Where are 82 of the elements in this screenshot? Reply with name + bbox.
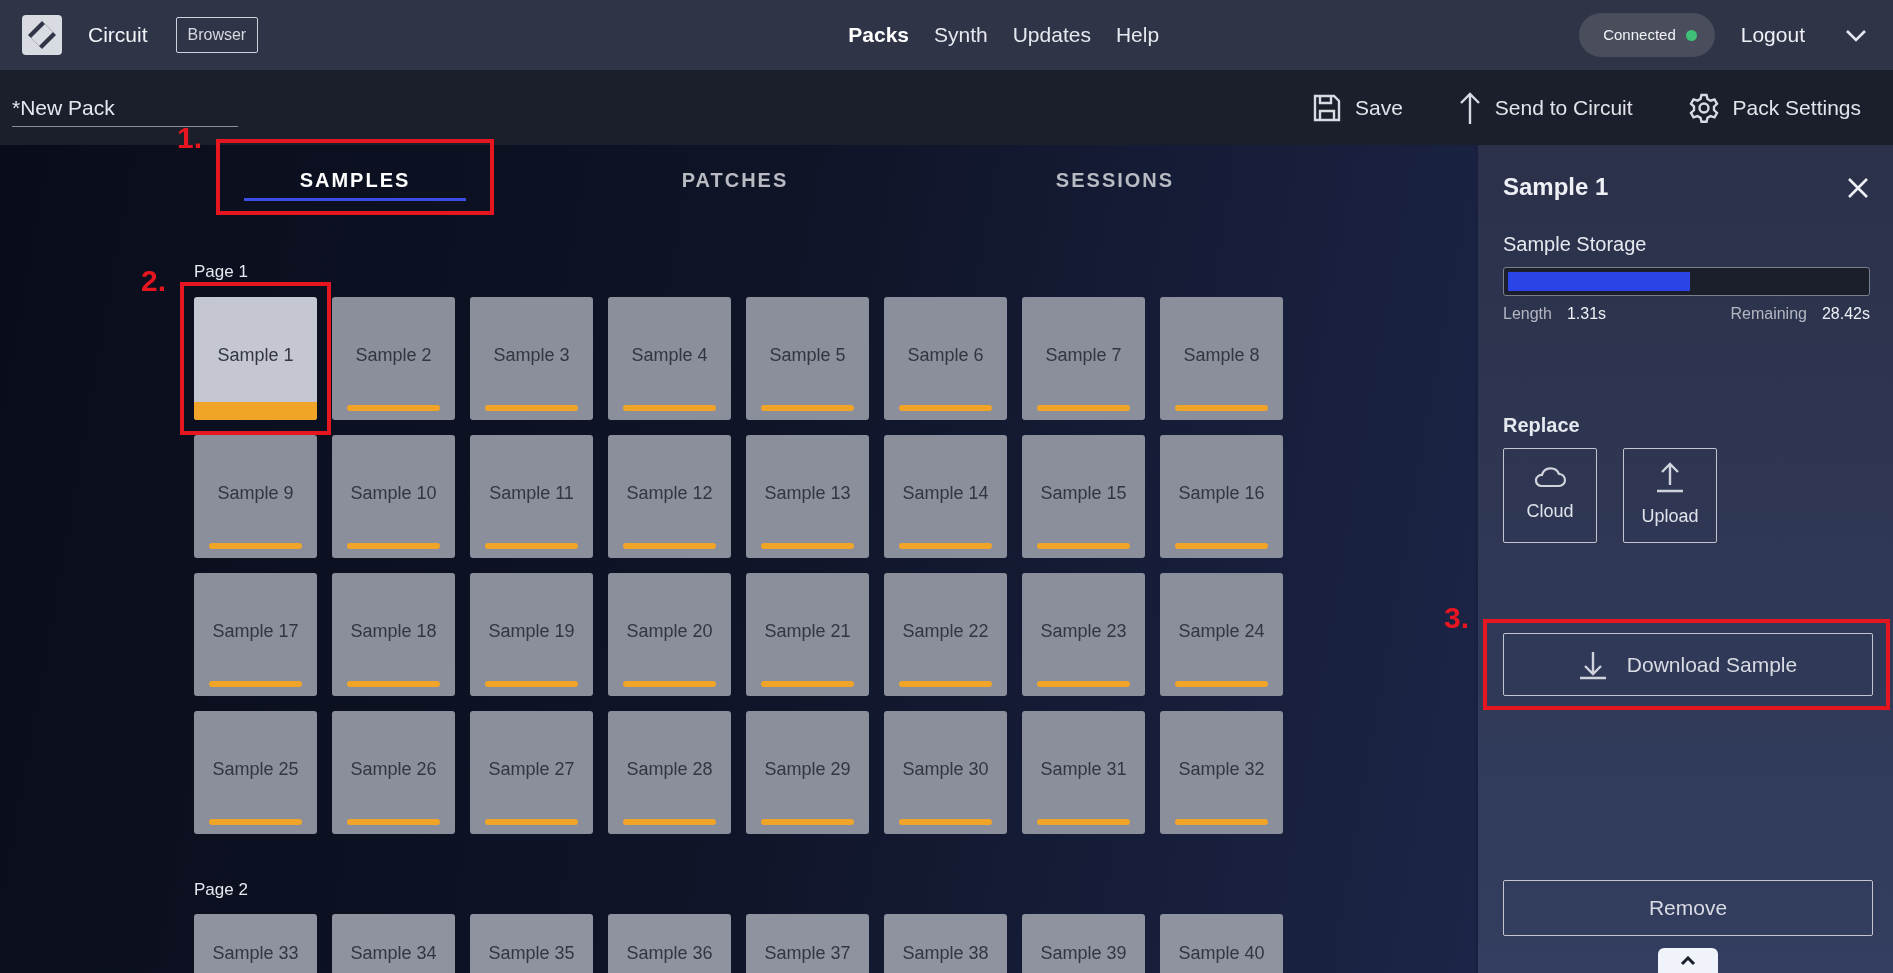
app-name: Circuit: [88, 22, 148, 49]
sample-pad[interactable]: Sample 12: [608, 434, 731, 558]
page-title: Page 1: [194, 261, 249, 284]
sample-pad[interactable]: Sample 11: [470, 434, 593, 558]
cloud-button[interactable]: Cloud: [1503, 448, 1597, 544]
nav-link[interactable]: Packs: [839, 19, 918, 51]
nav-link[interactable]: Synth: [925, 19, 997, 51]
expand-button[interactable]: [1658, 948, 1718, 973]
sample-pad[interactable]: Sample 3: [470, 296, 593, 420]
sample-pad[interactable]: Sample 30: [884, 710, 1007, 834]
sample-pad[interactable]: Sample 7: [1022, 296, 1145, 420]
tab[interactable]: SESSIONS: [984, 145, 1246, 210]
sample-pad[interactable]: Sample 27: [470, 710, 593, 834]
save-icon: [1313, 92, 1341, 123]
sample-pad[interactable]: Sample 37: [746, 914, 869, 973]
sample-pad[interactable]: Sample 9: [194, 434, 317, 558]
logo-icon: [22, 15, 62, 56]
tab[interactable]: PATCHES: [604, 145, 866, 210]
replace-heading: Replace: [1503, 413, 1581, 439]
sample-pad[interactable]: Sample 5: [746, 296, 869, 420]
sample-pad[interactable]: Sample 23: [1022, 572, 1145, 696]
sample-pad[interactable]: Sample 22: [884, 572, 1007, 696]
download-button[interactable]: Download Sample: [1503, 633, 1873, 697]
sample-pad[interactable]: Sample 25: [194, 710, 317, 834]
chevron-up-icon: [1680, 955, 1696, 966]
sample-pad[interactable]: Sample 18: [332, 572, 455, 696]
step-number: 3.: [1444, 603, 1470, 634]
sample-pad[interactable]: Sample 26: [332, 710, 455, 834]
sample-pad[interactable]: Sample 36: [608, 914, 731, 973]
sample-pad[interactable]: Sample 40: [1160, 914, 1283, 973]
browser-tag: Browser: [175, 17, 259, 54]
settings-button[interactable]: Pack Settings: [1688, 91, 1861, 124]
sample-pad[interactable]: Sample 4: [608, 296, 731, 420]
sample-pad[interactable]: Sample 13: [746, 434, 869, 558]
nav-link[interactable]: Updates: [1003, 19, 1100, 51]
sample-pad[interactable]: Sample 38: [884, 914, 1007, 973]
nav-link[interactable]: Help: [1106, 19, 1169, 51]
sample-pad[interactable]: Sample 33: [194, 914, 317, 973]
upload-icon: [1655, 461, 1685, 494]
panel-title: Sample 1: [1503, 172, 1609, 203]
logout-link[interactable]: Logout: [1734, 18, 1811, 52]
tab[interactable]: SAMPLES: [224, 145, 486, 210]
sample-pad[interactable]: Sample 10: [332, 434, 455, 558]
sample-pad[interactable]: Sample 24: [1160, 572, 1283, 696]
remaining-label: Remaining: [1730, 304, 1807, 325]
remove-button[interactable]: Remove: [1503, 880, 1873, 936]
sample-pad[interactable]: Sample 20: [608, 572, 731, 696]
sample-pad[interactable]: Sample 1: [194, 296, 317, 420]
chevron-down-icon: [1845, 29, 1867, 43]
sample-pad[interactable]: Sample 34: [332, 914, 455, 973]
sample-pad[interactable]: Sample 28: [608, 710, 731, 834]
sample-pad[interactable]: Sample 14: [884, 434, 1007, 558]
length-label: Length: [1503, 304, 1552, 325]
sample-pad[interactable]: Sample 39: [1022, 914, 1145, 973]
sample-pad[interactable]: Sample 15: [1022, 434, 1145, 558]
status-label: Connected: [1603, 24, 1676, 45]
sample-pad[interactable]: Sample 2: [332, 296, 455, 420]
send-button[interactable]: Send to Circuit: [1458, 90, 1633, 125]
sample-pad[interactable]: Sample 6: [884, 296, 1007, 420]
upload-button[interactable]: Upload: [1623, 448, 1717, 544]
sample-pad[interactable]: Sample 35: [470, 914, 593, 973]
length-value: 1.31s: [1566, 304, 1607, 325]
sample-pad[interactable]: Sample 31: [1022, 710, 1145, 834]
remaining-value: 28.42s: [1821, 304, 1870, 325]
sample-pad[interactable]: Sample 29: [746, 710, 869, 834]
step-number: 2.: [141, 265, 167, 296]
sample-pad[interactable]: Sample 21: [746, 572, 869, 696]
arrow-up-icon: [1458, 90, 1481, 125]
download-icon: [1578, 649, 1607, 680]
sample-pad[interactable]: Sample 19: [470, 572, 593, 696]
close-button[interactable]: [1846, 175, 1870, 200]
sample-pad[interactable]: Sample 32: [1160, 710, 1283, 834]
sample-pad[interactable]: Sample 17: [194, 572, 317, 696]
sample-pad[interactable]: Sample 8: [1160, 296, 1283, 420]
storage-label: Sample Storage: [1503, 232, 1648, 258]
pack-name-field[interactable]: *New Pack: [12, 88, 238, 127]
save-button[interactable]: Save: [1313, 91, 1403, 124]
close-icon: [1847, 176, 1869, 199]
cloud-icon: [1533, 466, 1567, 489]
page-title: Page 2: [194, 878, 249, 901]
settings-icon: [1688, 92, 1719, 123]
sample-pad[interactable]: Sample 16: [1160, 434, 1283, 558]
